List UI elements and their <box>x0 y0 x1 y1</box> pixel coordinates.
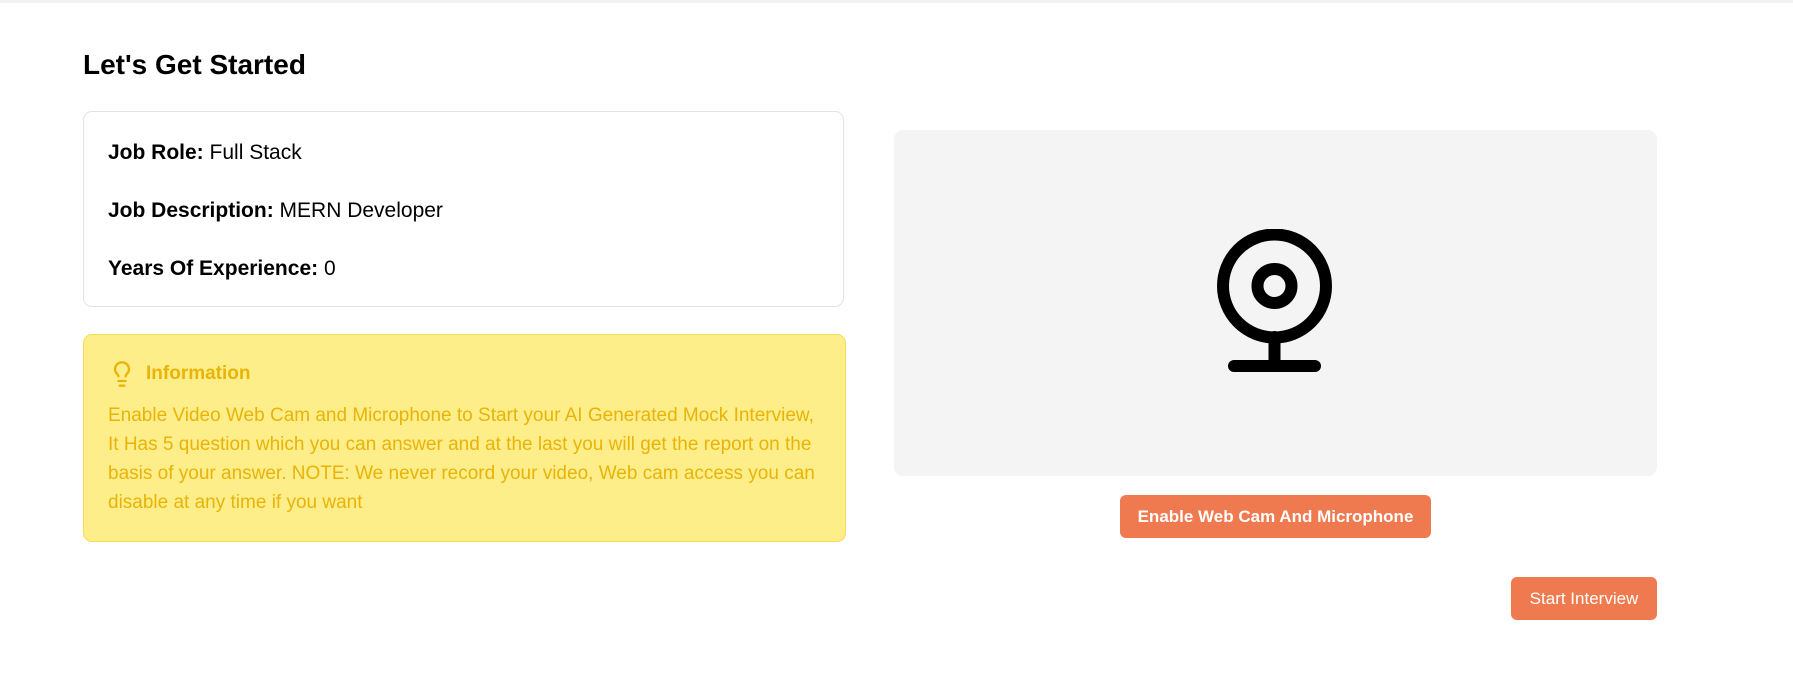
page-title: Let's Get Started <box>83 49 306 80</box>
job-role-value: Full Stack <box>209 141 302 164</box>
job-description-label: Job Description: <box>108 199 274 222</box>
job-description-row: Job Description: MERN Developer <box>108 198 443 223</box>
job-role-label: Job Role: <box>108 141 204 164</box>
years-experience-label: Years Of Experience: <box>108 257 319 280</box>
information-text: Enable Video Web Cam and Microphone to S… <box>108 405 815 513</box>
enable-webcam-button[interactable]: Enable Web Cam And Microphone <box>1120 495 1431 538</box>
interview-setup-page: Let's Get Started Job Role: Full Stack J… <box>0 0 1793 687</box>
years-experience-row: Years Of Experience: 0 <box>108 256 336 281</box>
webcam-icon <box>1217 229 1332 372</box>
lightbulb-icon <box>113 361 131 387</box>
webcam-preview-panel <box>894 130 1657 476</box>
job-description-value: MERN Developer <box>279 199 443 222</box>
years-experience-value: 0 <box>323 257 336 280</box>
information-title: Information <box>146 363 251 384</box>
information-box: Information Enable Video Web Cam and Mic… <box>83 334 846 542</box>
start-interview-button[interactable]: Start Interview <box>1511 577 1657 620</box>
information-header: Information <box>108 359 251 389</box>
job-details-card: Job Role: Full Stack Job Description: ME… <box>83 111 844 307</box>
job-role-row: Job Role: Full Stack <box>108 140 302 165</box>
